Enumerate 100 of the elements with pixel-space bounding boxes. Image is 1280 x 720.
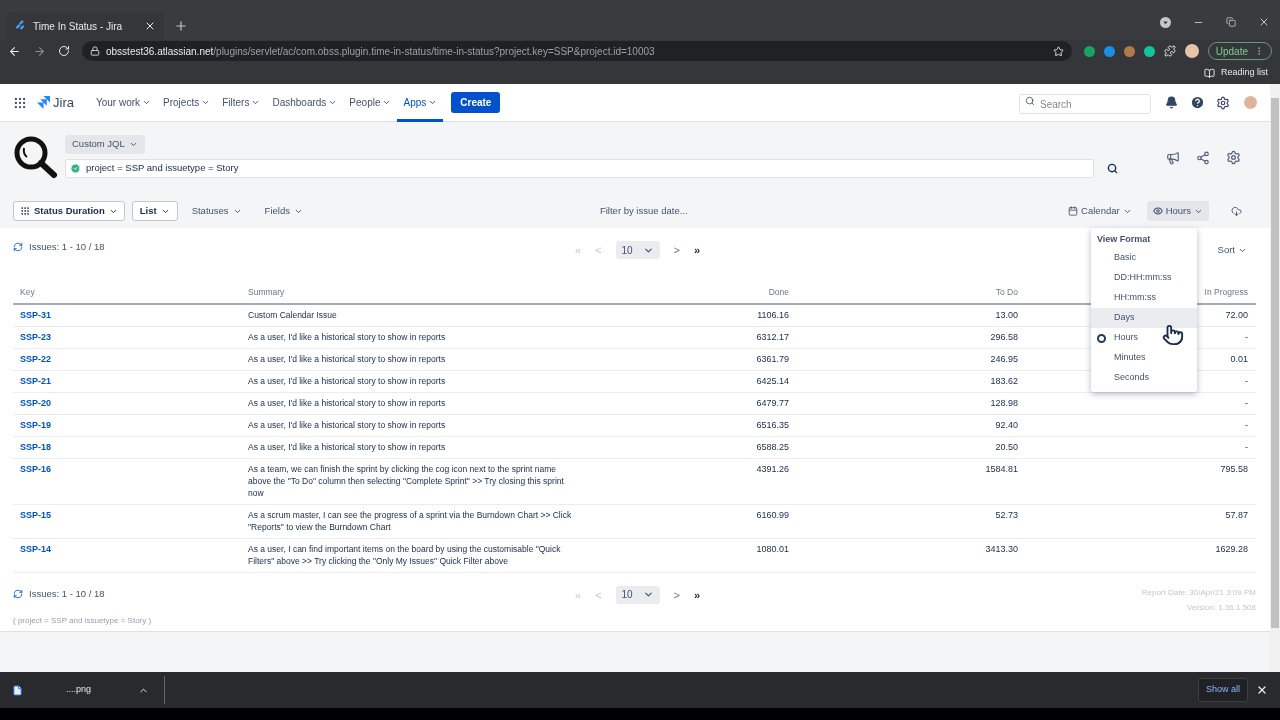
format-option[interactable]: DD:HH:mm:ss — [1091, 268, 1197, 288]
sort-dropdown[interactable]: Sort — [1217, 242, 1247, 258]
column-header[interactable]: Key — [13, 282, 241, 304]
page-nav-button[interactable]: > — [671, 586, 682, 603]
page-nav-button[interactable]: > — [671, 241, 682, 259]
dropdown-circle-icon[interactable] — [1160, 16, 1171, 28]
extension-icon[interactable] — [1103, 45, 1115, 57]
grid-icon — [20, 206, 30, 216]
refresh-icon[interactable] — [13, 242, 23, 252]
close-icon[interactable] — [144, 20, 156, 32]
page-size-select[interactable]: 10 — [615, 585, 660, 604]
issue-key-link[interactable]: SSP-22 — [20, 354, 52, 365]
nav-menu-item[interactable]: Your work — [89, 83, 158, 122]
issue-key-link[interactable]: SSP-19 — [20, 420, 52, 431]
close-window-icon[interactable] — [1258, 16, 1270, 28]
settings-icon[interactable] — [1226, 150, 1241, 165]
app-switcher-icon[interactable] — [13, 95, 27, 110]
column-header[interactable]: Summary — [241, 282, 586, 304]
nav-menu-item[interactable]: Projects — [157, 83, 217, 122]
search-icon[interactable] — [1107, 163, 1118, 174]
calendar-dropdown[interactable]: Calendar — [1068, 203, 1132, 219]
report-type-dropdown[interactable]: Status Duration — [13, 201, 125, 221]
download-icon[interactable] — [1231, 205, 1242, 217]
page-nav-button[interactable]: » — [692, 586, 703, 603]
extension-icon[interactable] — [1143, 45, 1155, 57]
table-cell: As a user, I'd like a historical story to show in reports — [248, 376, 446, 387]
chevron-down-icon — [382, 98, 392, 107]
issue-key-link[interactable]: SSP-14 — [20, 544, 52, 555]
format-option[interactable]: HH:mm:ss — [1091, 288, 1197, 308]
reading-list-link[interactable]: Reading list — [1220, 66, 1268, 80]
create-button[interactable]: Create — [451, 92, 501, 113]
download-filename[interactable]: ....png — [66, 683, 92, 697]
view-dropdown[interactable]: List — [131, 201, 178, 221]
jql-mode-dropdown[interactable]: Custom JQL — [65, 135, 145, 154]
address-bar[interactable]: obsstest36.atlassian.net/plugins/servlet/ac/com.obss.plugin.time-in-status/time-in-status?project.key=SSP&project.id=10003 — [82, 41, 1072, 61]
browser-tab[interactable]: Time In Status - Jira — [6, 12, 164, 40]
issue-key-link[interactable]: SSP-15 — [20, 510, 52, 521]
show-all-button[interactable]: Show all — [1197, 678, 1248, 702]
back-icon[interactable] — [8, 44, 21, 58]
issue-key-link[interactable]: SSP-16 — [20, 464, 52, 475]
issue-count: Issues: 1 - 10 / 18 — [29, 239, 105, 254]
share-icon[interactable] — [1196, 150, 1210, 165]
profile-avatar[interactable] — [1184, 44, 1199, 58]
notifications-icon[interactable] — [1165, 96, 1178, 109]
column-header[interactable]: To Do — [797, 282, 1026, 304]
table-cell: - — [1245, 376, 1248, 387]
cursor-icon — [1162, 324, 1184, 346]
forward-icon[interactable] — [33, 44, 46, 58]
nav-menu-item[interactable]: Dashboards — [266, 83, 344, 122]
nav-menu-item[interactable]: Apps — [397, 83, 444, 122]
format-option[interactable]: Basic — [1091, 248, 1197, 268]
issue-key-link[interactable]: SSP-23 — [20, 332, 52, 343]
statuses-dropdown[interactable]: Statuses — [191, 203, 242, 219]
extension-icon[interactable] — [1083, 45, 1095, 57]
issue-key-link[interactable]: SSP-18 — [20, 442, 52, 453]
format-option[interactable]: Seconds — [1091, 368, 1197, 388]
product-name[interactable]: Jira — [53, 92, 74, 113]
megaphone-icon[interactable] — [1166, 150, 1180, 165]
nav-menu-item[interactable]: Filters — [216, 83, 267, 122]
reload-icon[interactable] — [58, 45, 70, 57]
calendar-icon — [1068, 206, 1079, 216]
table-cell: 52.73 — [995, 510, 1018, 521]
chevron-down-icon — [251, 98, 261, 107]
extension-icon[interactable] — [1123, 45, 1135, 57]
table-cell: 0.01 — [1230, 354, 1248, 365]
format-option[interactable]: Days — [1091, 308, 1197, 328]
page-size-select[interactable]: 10 — [615, 241, 660, 259]
tab-title: Time In Status - Jira — [33, 19, 124, 34]
date-filter[interactable]: Filter by issue date... — [599, 203, 688, 219]
table-cell: 57.87 — [1225, 510, 1248, 521]
search-field[interactable]: Search — [1019, 94, 1151, 114]
table-cell: 6479.77 — [756, 398, 789, 409]
format-option[interactable]: Hours — [1091, 328, 1197, 348]
new-tab-icon[interactable] — [174, 19, 188, 33]
help-icon[interactable] — [1190, 95, 1205, 110]
close-icon[interactable] — [1256, 684, 1268, 696]
chevron-down-icon — [201, 98, 211, 107]
format-option[interactable]: Minutes — [1091, 348, 1197, 368]
column-header[interactable]: Done — [586, 282, 797, 304]
bookmark-star-icon[interactable] — [1052, 45, 1064, 57]
reading-list-icon — [1203, 67, 1215, 79]
extensions-icon[interactable] — [1163, 45, 1176, 57]
issue-key-link[interactable]: SSP-21 — [20, 376, 52, 387]
search-icon — [1025, 95, 1035, 106]
scrollbar[interactable] — [1270, 84, 1280, 672]
page-nav-button[interactable]: » — [692, 241, 703, 259]
table-cell: 6588.25 — [756, 442, 789, 453]
fields-dropdown[interactable]: Fields — [264, 203, 303, 219]
issue-key-link[interactable]: SSP-31 — [20, 310, 52, 321]
jql-input[interactable]: project = SSP and issuetype = Story — [65, 159, 1094, 178]
refresh-icon[interactable] — [13, 588, 23, 599]
chevron-down-icon — [428, 98, 438, 107]
view-format-dropdown[interactable]: Hours — [1146, 201, 1209, 221]
issue-key-link[interactable]: SSP-20 — [20, 398, 52, 409]
menu-title: View Format — [1096, 233, 1152, 247]
restore-icon[interactable] — [1226, 17, 1236, 27]
chevron-down-icon — [128, 140, 138, 149]
nav-menu-item[interactable]: People — [343, 83, 398, 122]
settings-icon[interactable] — [1216, 95, 1230, 110]
table-cell: 1080.01 — [756, 544, 789, 555]
